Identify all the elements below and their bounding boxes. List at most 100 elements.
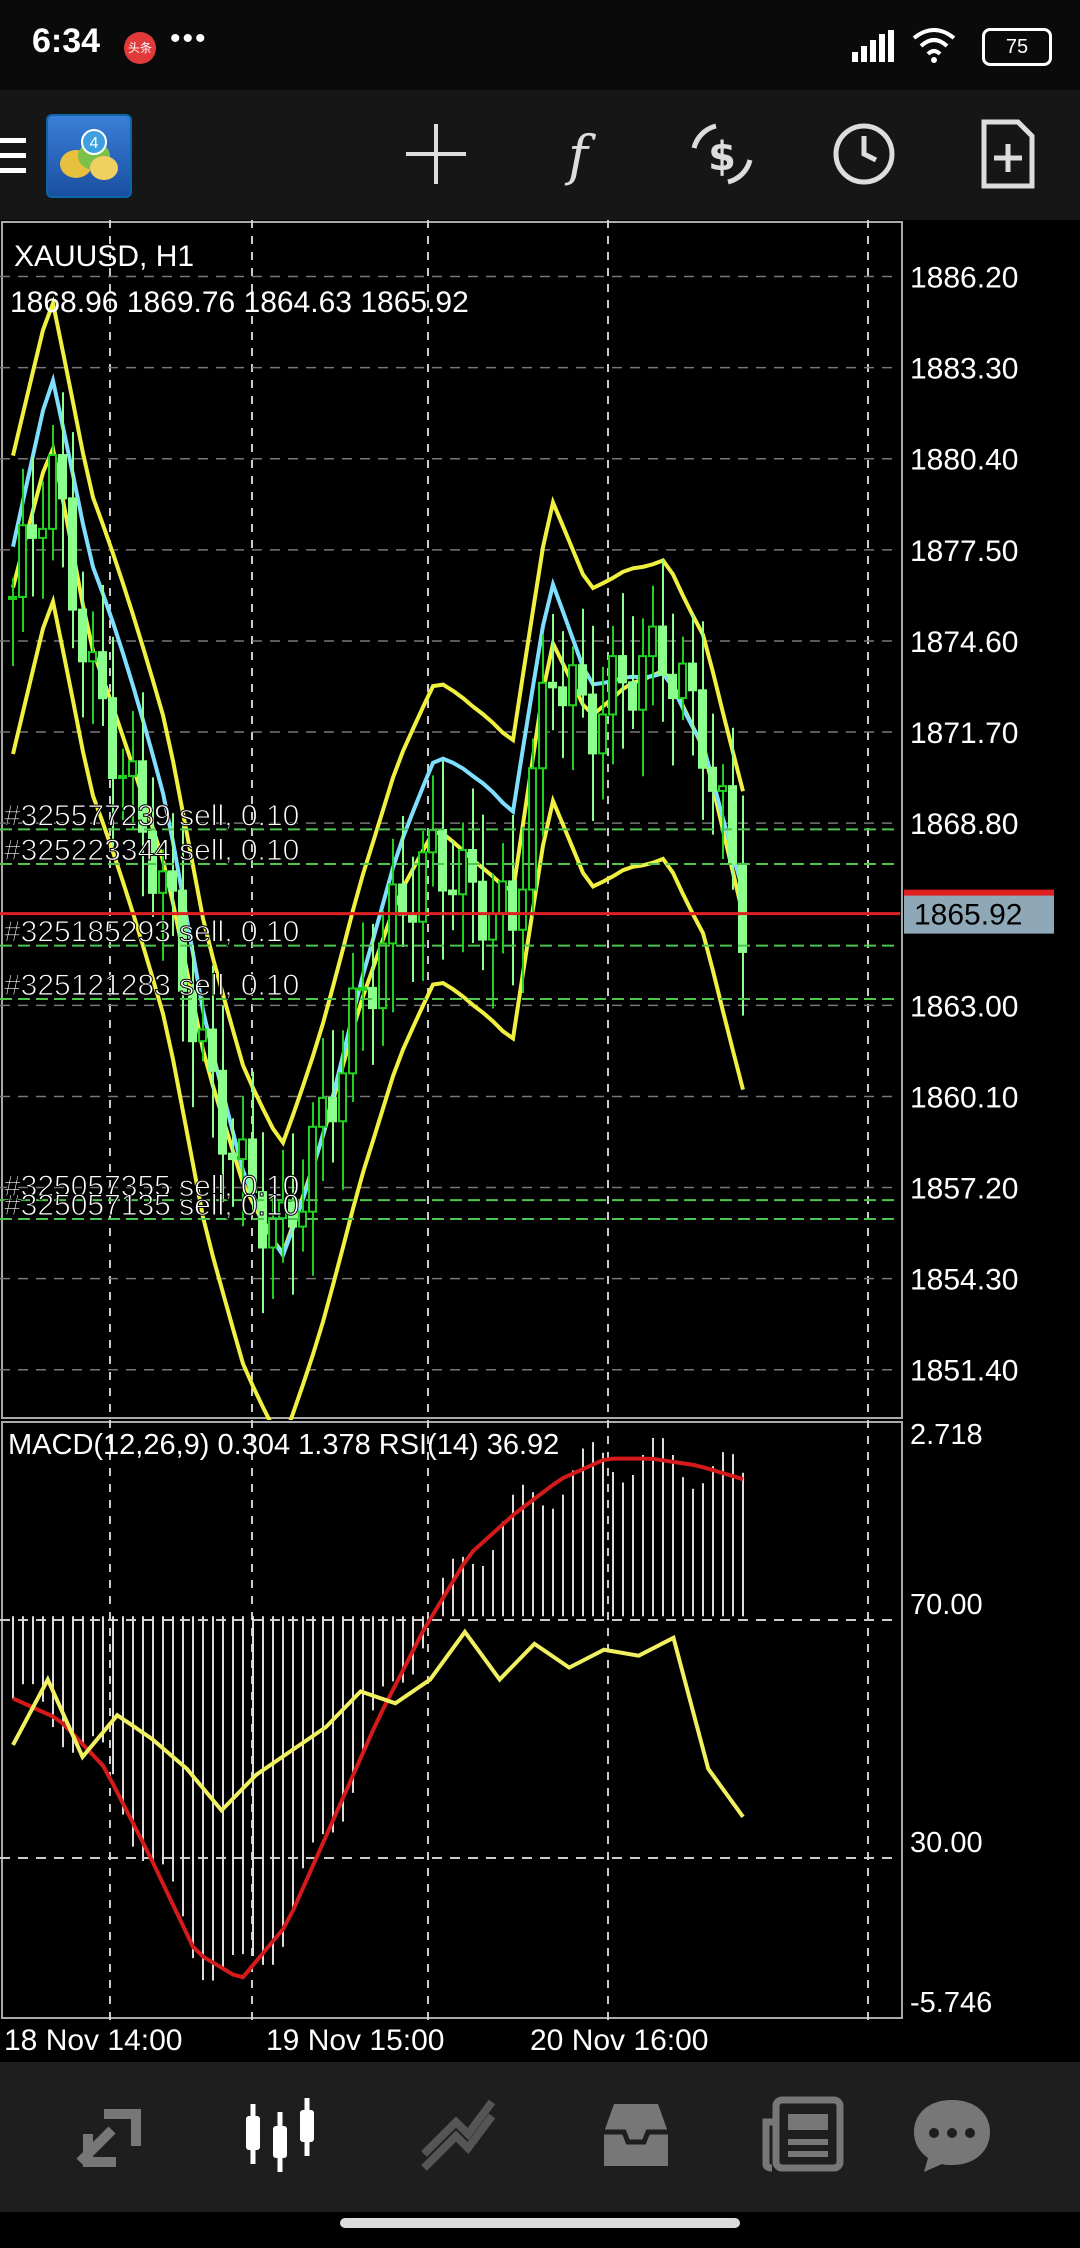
price-axis-label: 1886.20 (910, 262, 1018, 295)
candle-body (118, 775, 127, 780)
trade-icon[interactable]: $ (680, 112, 764, 196)
price-axis-label: 1877.50 (910, 535, 1018, 568)
candle-body (588, 693, 597, 755)
candle-body (218, 1069, 227, 1155)
macd-max-label: 2.718 (910, 1420, 983, 1451)
candle-body (658, 625, 667, 676)
candle-body (488, 912, 497, 941)
candle-body (28, 524, 37, 539)
candle-body (598, 713, 607, 755)
chart-icon[interactable] (232, 2086, 328, 2182)
price-axis-label: 1854.30 (910, 1264, 1018, 1297)
indicators-icon[interactable]: f (536, 112, 620, 196)
candle-body (298, 1210, 307, 1228)
candle-body (728, 785, 737, 865)
candle-body (98, 651, 107, 700)
candle-body (328, 1096, 337, 1123)
candle-body (538, 681, 547, 770)
notification-badge: 头条 (124, 32, 156, 64)
candle-body (718, 785, 727, 792)
candle-body (698, 689, 707, 769)
candle-body (568, 664, 577, 707)
quotes-icon[interactable] (60, 2086, 156, 2182)
candle-body (228, 1152, 237, 1161)
candle-body (408, 913, 417, 923)
candle-body (478, 880, 487, 941)
price-axis-label: 1883.30 (910, 353, 1018, 386)
candle-body (688, 662, 697, 692)
candle-body (708, 766, 717, 792)
macd-min-label: -5.746 (910, 1987, 992, 2019)
candle-body (88, 651, 97, 663)
candle-body (668, 673, 677, 700)
ohlc-label: 1868.96 1869.76 1864.63 1865.92 (10, 286, 469, 319)
candle-body (358, 986, 367, 991)
crosshair-icon[interactable] (394, 112, 478, 196)
candle-body (198, 1028, 207, 1043)
candle-body (208, 1028, 217, 1072)
candle-body (678, 662, 687, 700)
candle-body (318, 1096, 327, 1128)
svg-text:f: f (564, 124, 596, 187)
svg-text:4: 4 (90, 135, 99, 152)
candle-body (468, 849, 477, 883)
indicator-caption: MACD(12,26,9) 0.304 1.378 RSI(14) 36.92 (8, 1429, 559, 1461)
signal-icon (852, 30, 894, 62)
candle-body (268, 1217, 277, 1249)
history-icon[interactable] (588, 2086, 684, 2182)
time-axis: 18 Nov 14:00 19 Nov 15:00 20 Nov 16:00 (0, 2020, 1080, 2062)
candle-body (128, 760, 137, 778)
candle-body (448, 889, 457, 896)
candle-body (438, 828, 447, 892)
candle-body (548, 681, 557, 689)
candle-body (18, 524, 27, 598)
candle-body (38, 527, 47, 539)
trade-nav-icon[interactable] (410, 2086, 506, 2182)
candle-body (458, 849, 467, 896)
current-price-marker (904, 889, 1054, 896)
candle-body (68, 497, 77, 611)
status-time: 6:34 (32, 22, 101, 60)
mt4-logo-icon: 4 (60, 129, 118, 180)
candle-body (58, 454, 67, 500)
candle-body (308, 1125, 317, 1213)
candle-body (738, 862, 747, 953)
rsi-30-label: 30.00 (910, 1827, 983, 1859)
candle-body (368, 986, 377, 1010)
svg-text:$: $ (708, 134, 736, 180)
price-axis-label: 1874.60 (910, 626, 1018, 659)
candle-body (628, 681, 637, 711)
order-label: #325223344 sell, 0.10 (4, 834, 299, 867)
candle-body (618, 655, 627, 684)
candle-body (648, 625, 657, 658)
price-axis-label: 1868.80 (910, 808, 1018, 841)
more-notifications-dots: ••• (170, 22, 208, 55)
battery-icon: 75 (982, 28, 1052, 66)
candle-body (78, 608, 87, 663)
timeframe-clock-icon[interactable] (822, 112, 906, 196)
candle-body (158, 870, 167, 894)
hamburger-menu-icon[interactable] (0, 134, 26, 178)
news-icon[interactable] (756, 2086, 852, 2182)
candle-body (338, 1072, 347, 1123)
price-axis-label: 1860.10 (910, 1081, 1018, 1114)
indicator-chart[interactable]: MACD(12,26,9) 0.304 1.378 RSI(14) 36.92 … (0, 1420, 1080, 2020)
metatrader-4-logo[interactable]: 4 (46, 114, 132, 198)
candle-body (48, 454, 57, 530)
order-label: #325185293 sell, 0.10 (4, 916, 299, 949)
wifi-icon (912, 28, 956, 63)
candle-body (108, 697, 117, 780)
candle-body (428, 828, 437, 854)
messages-icon[interactable] (904, 2086, 1000, 2182)
new-order-icon[interactable] (966, 112, 1050, 196)
time-label-2: 19 Nov 15:00 (266, 2024, 445, 2057)
price-axis-label: 1851.40 (910, 1355, 1018, 1388)
candle-body (518, 888, 527, 931)
candle-body (578, 664, 587, 696)
candle-body (418, 851, 427, 923)
home-indicator[interactable] (340, 2218, 740, 2228)
symbol-label: XAUUSD, H1 (14, 240, 194, 273)
price-chart[interactable]: #325577239 sell, 0.10#325223344 sell, 0.… (0, 220, 1080, 1420)
candle-body (8, 595, 17, 600)
candle-body (168, 870, 177, 892)
